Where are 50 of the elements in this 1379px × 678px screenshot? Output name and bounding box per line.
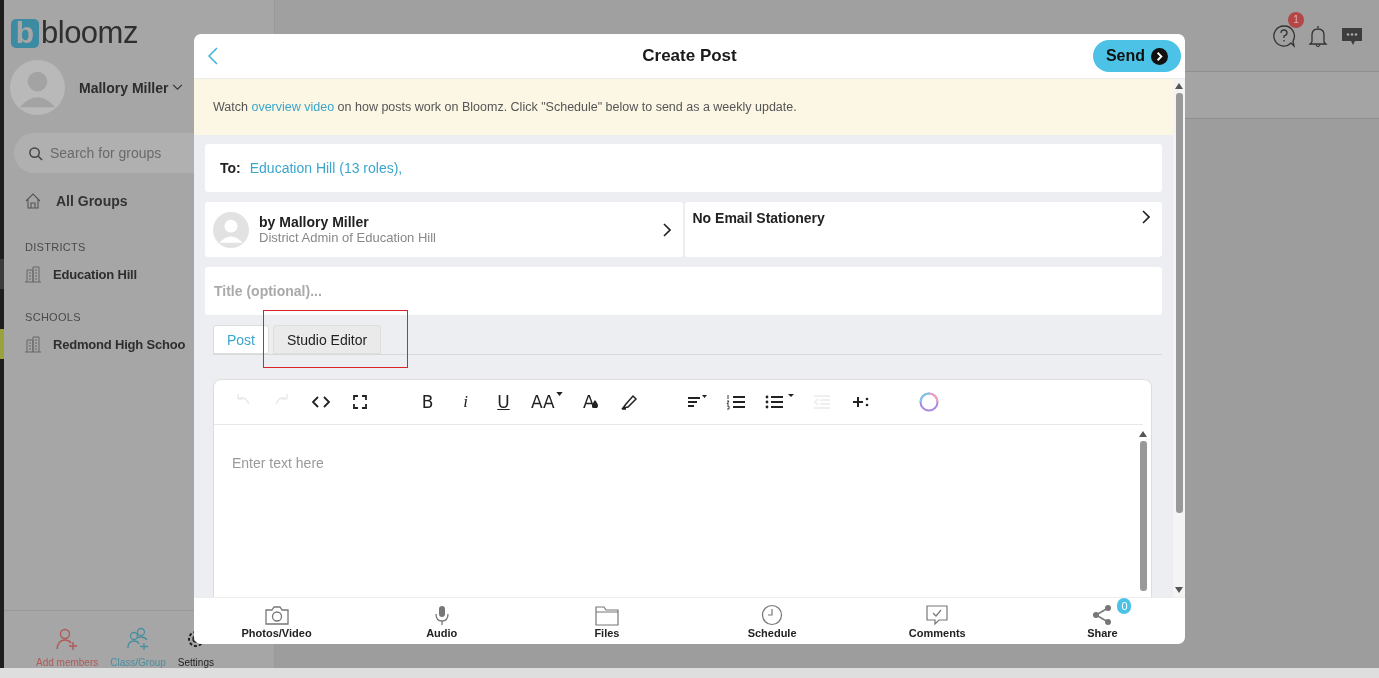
comment-icon [924, 603, 951, 626]
building-icon [24, 335, 42, 353]
add-person-icon [55, 627, 80, 651]
stationery-card[interactable]: No Email Stationery [684, 202, 1162, 257]
author-card[interactable]: by Mallory Miller District Admin of Education Hill [205, 202, 683, 257]
format-button[interactable]: i [455, 392, 476, 412]
banner-text: Watch overview video on how posts work on Bloomz. Click "Schedule" below to send as a weekly update. [213, 100, 797, 114]
footer-action[interactable]: Comments [854, 598, 1020, 644]
stationery-label: No Email Stationery [692, 210, 826, 226]
drop-icon [591, 400, 598, 408]
color-ring-icon[interactable] [917, 391, 940, 413]
building-icon [24, 265, 42, 283]
send-button[interactable]: Send [1092, 40, 1181, 72]
footer-action[interactable]: Files [524, 598, 690, 644]
add-group-icon [126, 627, 151, 651]
share-count-badge: 0 [1117, 597, 1132, 614]
format-button[interactable]: AA [531, 392, 563, 412]
format-button[interactable]: B [417, 392, 438, 412]
chevron-right-icon [1142, 210, 1150, 224]
editor-tab[interactable]: Studio Editor [273, 325, 382, 354]
format-button[interactable]: U [493, 392, 514, 412]
help-icon[interactable] [1272, 23, 1296, 48]
to-label: To: [220, 160, 241, 176]
author-name: by Mallory Miller [259, 214, 370, 230]
logo-mark: b [11, 18, 39, 48]
notification-badge: 1 [1288, 11, 1304, 28]
sidebar-action[interactable]: Settings [177, 657, 214, 668]
section-heading: SCHOOLS [24, 311, 82, 323]
footer-action[interactable]: Photos/Video [194, 598, 360, 644]
chevron-right-icon [1151, 47, 1168, 65]
author-role: District Admin of Education Hill [259, 230, 437, 245]
dialog-scrollbar[interactable] [1173, 79, 1185, 597]
footer-action[interactable]: 0 Share [1019, 598, 1185, 644]
camera-icon [263, 603, 290, 626]
section-heading: DISTRICTS [24, 241, 87, 253]
logo-text: bloomz [41, 18, 138, 48]
home-icon [24, 192, 42, 210]
title-field[interactable]: Title (optional)... [205, 267, 1162, 315]
back-icon[interactable] [208, 47, 218, 65]
user-name[interactable]: Mallory Miller [79, 79, 169, 96]
chevron-right-icon [662, 222, 671, 237]
dialog-title: Create Post [642, 46, 737, 66]
bell-icon[interactable] [1306, 23, 1330, 48]
avatar-icon [213, 211, 249, 248]
footer-action[interactable]: Audio [359, 598, 525, 644]
footer-action[interactable]: Schedule [689, 598, 855, 644]
folder-icon [593, 603, 620, 626]
chevron-down-icon[interactable] [172, 84, 184, 91]
recipients-card[interactable]: To: Education Hill (13 roles), [205, 144, 1162, 192]
search-icon [28, 146, 43, 161]
